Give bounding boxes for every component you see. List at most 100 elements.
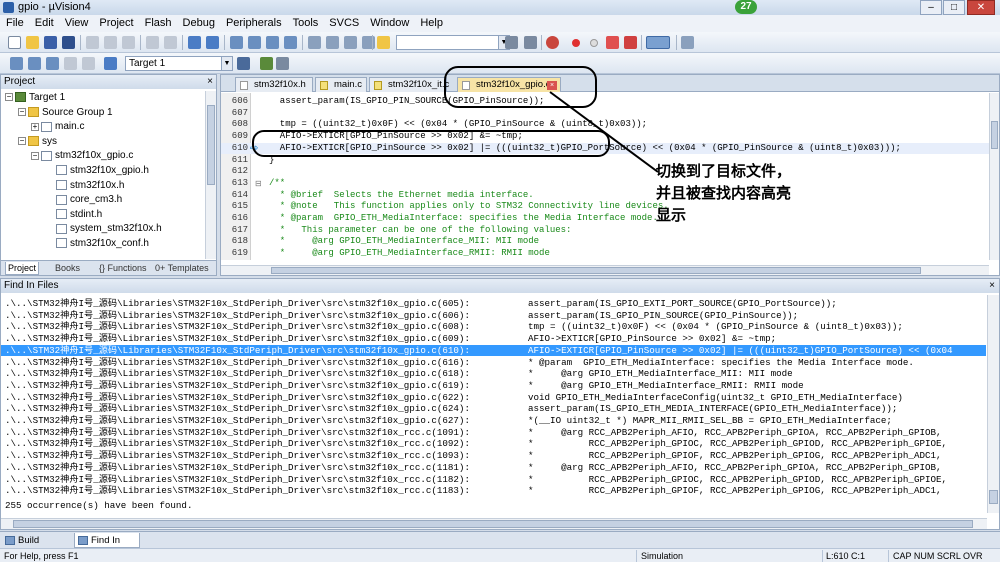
code-line[interactable]: 617 * This parameter can be one of the f… (221, 225, 989, 237)
find-result-row[interactable]: .\..\STM32神舟I号_源码\Libraries\STM32F10x_St… (1, 415, 986, 427)
manage-components-icon[interactable] (260, 57, 273, 70)
find-result-row[interactable]: .\..\STM32神舟I号_源码\Libraries\STM32F10x_St… (1, 357, 986, 369)
tab-books[interactable]: Books (53, 262, 82, 275)
find-in-files-icon[interactable] (377, 36, 390, 49)
collapse-icon[interactable]: − (31, 151, 39, 160)
code-line[interactable]: 616 * @param GPIO_ETH_MediaInterface: sp… (221, 213, 989, 225)
unindent-icon[interactable] (326, 36, 339, 49)
menu-file[interactable]: File (0, 15, 29, 32)
download-icon[interactable] (104, 57, 117, 70)
menu-tools[interactable]: Tools (287, 15, 324, 32)
prev-bookmark-icon[interactable] (248, 36, 261, 49)
find-result-row[interactable]: .\..\STM32神舟I号_源码\Libraries\STM32F10x_St… (1, 380, 986, 392)
tree-item[interactable]: core_cm3.h (44, 193, 122, 207)
expand-icon[interactable]: + (31, 122, 39, 131)
tab-templates[interactable]: 0+ Templates (153, 262, 211, 275)
find-result-row[interactable]: .\..\STM32神舟I号_源码\Libraries\STM32F10x_St… (1, 368, 986, 380)
editor-horizontal-scrollbar[interactable] (221, 265, 989, 275)
find-result-row[interactable]: .\..\STM32神舟I号_源码\Libraries\STM32F10x_St… (1, 438, 986, 450)
redo-icon[interactable] (164, 36, 177, 49)
find-result-row[interactable]: .\..\STM32神舟I号_源码\Libraries\STM32F10x_St… (1, 403, 986, 415)
menu-flash[interactable]: Flash (139, 15, 177, 32)
project-panel-close-icon[interactable]: × (207, 75, 213, 89)
open-folder-icon[interactable] (26, 36, 39, 49)
minimize-button[interactable]: – (920, 0, 942, 15)
tab-find-in-files[interactable]: Find In Files (74, 533, 140, 561)
rebuild-icon[interactable] (46, 57, 59, 70)
new-file-icon[interactable] (8, 36, 21, 49)
disable-breakpoint-icon[interactable] (590, 39, 598, 47)
tree-item[interactable]: stm32f10x_conf.h (44, 237, 149, 251)
collapse-icon[interactable]: − (18, 107, 26, 116)
save-icon[interactable] (44, 36, 57, 49)
next-bookmark-icon[interactable] (266, 36, 279, 49)
select-packs-icon[interactable] (276, 57, 289, 70)
configure-icon[interactable] (681, 36, 694, 49)
find-result-row[interactable]: .\..\STM32神舟I号_源码\Libraries\STM32F10x_St… (1, 333, 986, 345)
tree-item[interactable]: system_stm32f10x.h (44, 222, 162, 236)
clear-bookmarks-icon[interactable] (284, 36, 297, 49)
menu-peripherals[interactable]: Peripherals (220, 15, 287, 32)
find-result-row[interactable]: .\..\STM32神舟I号_源码\Libraries\STM32F10x_St… (1, 298, 986, 310)
find-combo[interactable]: ▼ (396, 35, 510, 50)
tree-item[interactable]: + main.c (31, 120, 84, 134)
find-horizontal-scrollbar[interactable] (1, 518, 987, 529)
find-panel-close-icon[interactable]: × (989, 279, 995, 293)
menu-project[interactable]: Project (93, 15, 138, 32)
window-layout-icon[interactable] (646, 36, 670, 49)
tab-stm32f10x-it-c[interactable]: stm32f10x_it.c (369, 77, 449, 92)
tab-build-output[interactable]: Build Output (2, 533, 72, 561)
find-result-row[interactable]: .\..\STM32神舟I号_源码\Libraries\STM32F10x_St… (1, 310, 986, 322)
translate-icon[interactable] (10, 57, 23, 70)
target-select[interactable]: Target 1 ▼ (125, 56, 233, 71)
paste-icon[interactable] (122, 36, 135, 49)
tab-stm32f10x-h[interactable]: stm32f10x.h (235, 77, 313, 92)
tree-item[interactable]: − stm32f10x_gpio.c (31, 149, 133, 163)
build-icon[interactable] (28, 57, 41, 70)
collapse-icon[interactable]: − (18, 137, 26, 146)
incremental-find-icon[interactable] (524, 36, 537, 49)
save-all-icon[interactable] (62, 36, 75, 49)
maximize-button[interactable]: □ (943, 0, 965, 15)
undo-icon[interactable] (146, 36, 159, 49)
collapse-icon[interactable]: − (5, 93, 13, 102)
code-line[interactable]: 615 * @note This function applies only t… (221, 201, 989, 213)
tab-functions[interactable]: {} Functions (97, 262, 149, 275)
project-scrollbar[interactable] (205, 91, 216, 259)
tree-item[interactable]: stm32f10x.h (44, 179, 124, 193)
find-result-row[interactable]: .\..\STM32神舟I号_源码\Libraries\STM32F10x_St… (1, 462, 986, 474)
find-result-row[interactable]: .\..\STM32神舟I号_源码\Libraries\STM32F10x_St… (1, 474, 986, 486)
menu-help[interactable]: Help (414, 15, 448, 32)
breakpoint-icon[interactable] (572, 39, 580, 47)
tab-project[interactable]: Project (5, 262, 40, 275)
find-result-row[interactable]: .\..\STM32神舟I号_源码\Libraries\STM32F10x_St… (1, 321, 986, 333)
menu-debug[interactable]: Debug (177, 15, 220, 32)
stop-build-icon[interactable] (82, 57, 95, 70)
batch-build-icon[interactable] (64, 57, 77, 70)
notification-badge[interactable]: 27 (735, 0, 757, 14)
editor-vertical-scrollbar[interactable] (989, 93, 999, 260)
disable-all-breakpoints-icon[interactable] (624, 36, 637, 49)
code-line[interactable]: 614 * @brief Selects the Ethernet media … (221, 190, 989, 202)
find-result-row[interactable]: .\..\STM32神舟I号_源码\Libraries\STM32F10x_St… (1, 392, 986, 404)
tree-item[interactable]: − sys (18, 135, 57, 149)
cut-icon[interactable] (86, 36, 99, 49)
close-button[interactable]: ✕ (967, 0, 995, 15)
tree-item[interactable]: stdint.h (44, 208, 102, 222)
nav-forward-icon[interactable] (206, 36, 219, 49)
tab-main-c[interactable]: main.c (315, 77, 367, 92)
find-vertical-scrollbar[interactable] (987, 295, 999, 513)
find-result-row[interactable]: .\..\STM32神舟I号_源码\Libraries\STM32F10x_St… (1, 450, 986, 462)
code-line[interactable]: 619 * @arg GPIO_ETH_MediaInterface_RMII:… (221, 248, 989, 260)
nav-back-icon[interactable] (188, 36, 201, 49)
menu-window[interactable]: Window (364, 15, 414, 32)
copy-icon[interactable] (104, 36, 117, 49)
fold-icon[interactable]: ⊟ (255, 178, 262, 190)
debug-start-icon[interactable] (546, 36, 559, 49)
find-result-row[interactable]: .\..\STM32神舟I号_源码\Libraries\STM32F10x_St… (1, 485, 986, 497)
bookmark-icon[interactable] (230, 36, 243, 49)
tree-item[interactable]: − Source Group 1 (18, 106, 113, 120)
tree-item[interactable]: stm32f10x_gpio.h (44, 164, 149, 178)
kill-breakpoints-icon[interactable] (606, 36, 619, 49)
uncomment-icon[interactable] (362, 36, 375, 49)
